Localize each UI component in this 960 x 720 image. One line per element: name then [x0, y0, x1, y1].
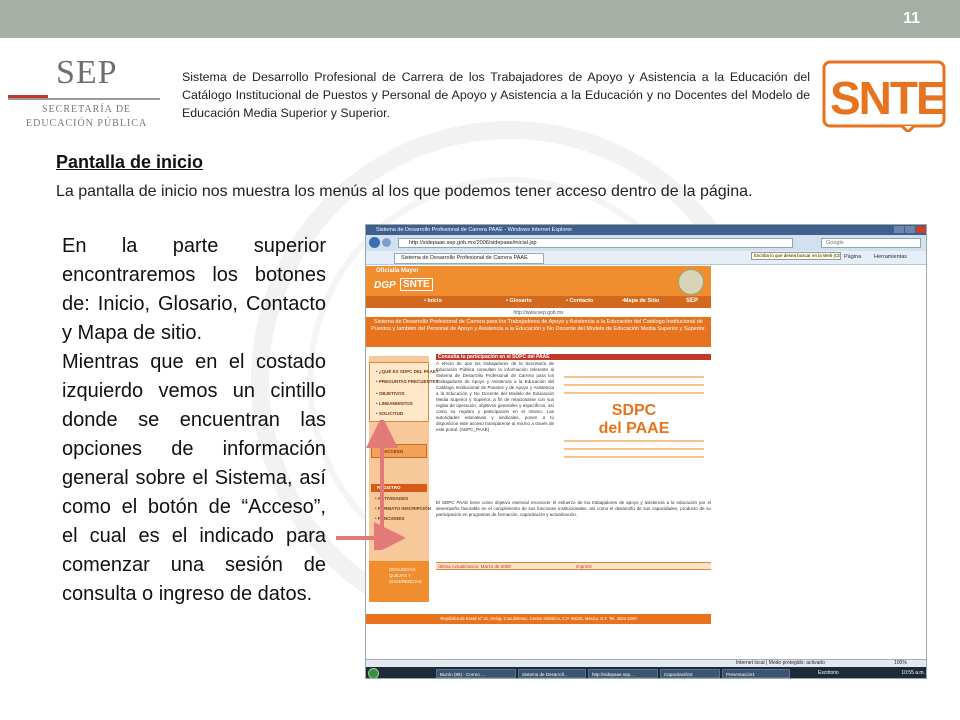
minimize-icon[interactable]	[894, 226, 904, 233]
taskbar-item-presentacion[interactable]: Presentación1	[722, 669, 790, 678]
taskbar-item-mail[interactable]: Buzón (86) - Correo ...	[436, 669, 516, 678]
access-button[interactable]: ACCESO	[371, 444, 427, 458]
snte-small-logo: SNTE	[400, 278, 433, 291]
section-title: Pantalla de inicio	[56, 152, 204, 172]
news-body: A efecto de que los trabajadores de la S…	[436, 361, 554, 432]
sep-logo-word: SEP	[56, 54, 118, 91]
side-info-box: • ¿QUÉ ES SDPC DEL PAAE? • PREGUNTAS FRE…	[369, 362, 439, 422]
side-item-funciones[interactable]: • FUNCIONES	[375, 516, 404, 521]
side-item-objetivos[interactable]: • OBJETIVOS	[376, 391, 405, 396]
taskbar-item-sistema[interactable]: Sistema de Desarroll...	[518, 669, 586, 678]
news-heading: Consulta tu participación en el SDPC del…	[436, 354, 711, 360]
taskbar-clock: 10:55 a.m.	[901, 670, 925, 676]
snte-logo-text: SNTE	[830, 72, 945, 124]
taskbar: Buzón (86) - Correo ... Sistema de Desar…	[366, 667, 926, 678]
nav-glosario[interactable]: • Glosario	[506, 298, 532, 304]
nav-sep-label: SEP	[686, 298, 699, 304]
sep-logo: SEP SECRETARÍA DE EDUCACIÓN PÚBLICA	[8, 52, 168, 132]
ie-window-title: Sistema de Desarrollo Profesional de Car…	[376, 227, 573, 233]
zoom-level[interactable]: 100%	[894, 660, 907, 667]
site-header: Oficialía Mayor DGP SNTE	[366, 266, 711, 296]
sep-logo-line1: SECRETARÍA DE	[42, 104, 132, 115]
url-field[interactable]: http://sidepaae.sep.gob.mx/2006/sidepaae…	[398, 238, 793, 248]
side-registro-label: REGISTRO	[377, 485, 401, 490]
nav-inicio[interactable]: • Inicio	[424, 298, 442, 304]
ie-title-bar: Sistema de Desarrollo Profesional de Car…	[366, 225, 926, 235]
side-item-lineamientos[interactable]: • LINEAMIENTOS	[376, 401, 413, 406]
side-item-formato[interactable]: • FORMATO INSCRIPCIÓN	[375, 506, 431, 511]
print-link[interactable]: imprimir	[576, 564, 592, 569]
body-paragraph-top-buttons: En la parte superior encontraremos los b…	[62, 235, 326, 344]
snte-logo: SNTE	[822, 60, 946, 132]
sep-logo-line2: EDUCACIÓN PÚBLICA	[26, 118, 148, 129]
site-content: Oficialía Mayor DGP SNTE • Inicio • Glos…	[366, 266, 926, 659]
close-icon[interactable]	[916, 226, 926, 233]
ie-tab-row: Sistema de Desarrollo Profesional de Car…	[366, 251, 926, 265]
sep-logo-rule	[8, 98, 160, 100]
news-body-2: El SDPC PAAE tiene como objetivo esencia…	[436, 500, 711, 517]
ie-status-bar: Internet local | Modo protegido: activad…	[366, 659, 926, 667]
side-denuncias-text: DENUNCIAS QUEJAS Y SUGERENCIAS	[389, 567, 422, 585]
site-banner: Sistema de Desarrollo Profesional de Car…	[366, 317, 711, 347]
access-label: ACCESO	[384, 449, 404, 454]
section-description: La pantalla de inicio nos muestra los me…	[56, 183, 753, 200]
body-paragraph-side-menu: Mientras que en el costado izquierdo vem…	[62, 351, 326, 605]
start-icon[interactable]	[368, 668, 379, 678]
top-bar: 11	[0, 0, 960, 38]
window-controls	[894, 226, 926, 233]
taskbar-item-capacitacion[interactable]: Capacitación3	[660, 669, 720, 678]
site-url-line[interactable]: http://www.sep.gob.mx	[366, 310, 711, 316]
ie-tab[interactable]: Sistema de Desarrollo Profesional de Car…	[394, 253, 544, 264]
toolbar-tools[interactable]: Herramientas	[874, 254, 907, 260]
status-zone: Internet local | Modo protegido: activad…	[736, 660, 825, 666]
dgp-logo: DGP	[374, 280, 396, 291]
side-denuncias-line3: SUGERENCIAS	[389, 579, 422, 584]
sdpc-logo: SDPC del PAAE	[564, 376, 704, 458]
body-text: En la parte superior encontraremos los b…	[62, 232, 326, 609]
update-bar: Última Actualización, Marzo de 2008 impr…	[436, 562, 711, 570]
sdpc-logo-line2: del PAAE	[599, 420, 670, 437]
header-description: Sistema de Desarrollo Profesional de Car…	[182, 70, 810, 120]
back-icon[interactable]	[369, 237, 380, 248]
side-item-preguntas[interactable]: • PREGUNTAS FRECUENTES	[376, 379, 439, 384]
side-denuncias-box[interactable]: DENUNCIAS QUEJAS Y SUGERENCIAS	[369, 561, 429, 602]
search-input[interactable]: Google	[821, 238, 921, 248]
oficialia-label: Oficialía Mayor	[376, 268, 419, 274]
forward-icon[interactable]	[382, 238, 391, 247]
site-footer: República de Brasil N° 31, Delog. Cuauht…	[366, 614, 711, 624]
mexico-seal-icon	[678, 269, 704, 295]
taskbar-item-browser[interactable]: http://sidepaae.sep....	[588, 669, 658, 678]
side-item-que-es[interactable]: • ¿QUÉ ES SDPC DEL PAAE?	[376, 369, 439, 374]
side-item-solicitud[interactable]: • SOLICITUD	[376, 411, 403, 416]
side-item-actividades[interactable]: • ACTIVIDADES	[375, 496, 408, 501]
ie-address-bar: http://sidepaae.sep.gob.mx/2006/sidepaae…	[366, 235, 926, 251]
nav-mapa-sitio[interactable]: •Mapa de Sitio	[622, 298, 659, 304]
embedded-screenshot: Sistema de Desarrollo Profesional de Car…	[365, 224, 927, 679]
site-side-menu: • ¿QUÉ ES SDPC DEL PAAE? • PREGUNTAS FRE…	[369, 356, 439, 602]
sdpc-logo-line1: SDPC	[612, 402, 657, 419]
search-tooltip: Escriba lo que desea buscar en la Web (C…	[751, 252, 841, 260]
site-nav: • Inicio • Glosario • Contacto •Mapa de …	[366, 296, 711, 308]
last-update: Última Actualización, Marzo de 2008	[438, 564, 511, 569]
taskbar-desktop[interactable]: Escritorio	[818, 670, 839, 676]
side-registro-header: REGISTRO	[371, 484, 427, 492]
maximize-icon[interactable]	[905, 226, 915, 233]
nav-contacto[interactable]: • Contacto	[566, 298, 593, 304]
page-number: 11	[903, 10, 920, 27]
toolbar-page[interactable]: Página	[844, 254, 861, 260]
